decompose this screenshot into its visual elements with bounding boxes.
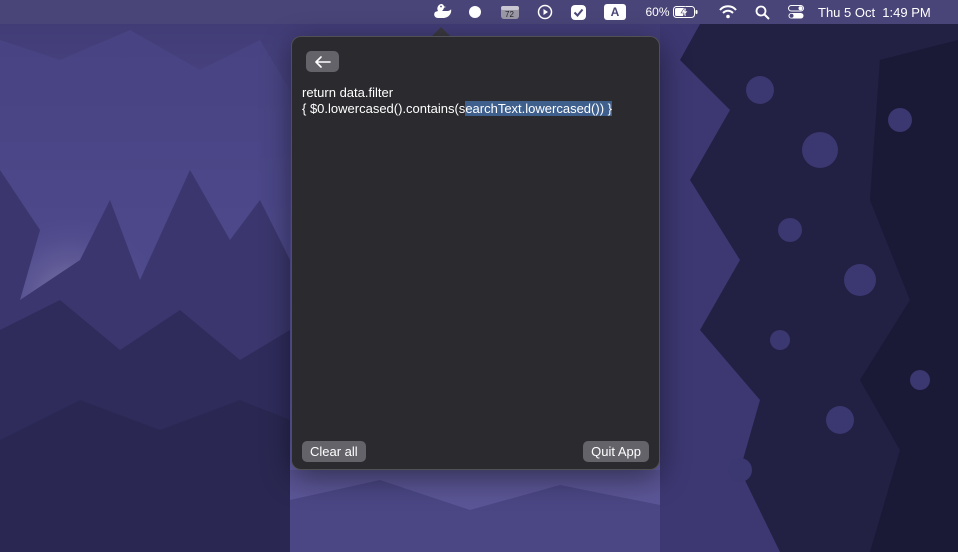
quit-app-button[interactable]: Quit App	[583, 441, 649, 462]
back-arrow-icon	[314, 55, 331, 68]
battery-charging-icon	[672, 6, 698, 18]
record-icon[interactable]	[465, 0, 485, 24]
clear-all-button[interactable]: Clear all	[302, 441, 366, 462]
badge-app-icon[interactable]: 72	[498, 0, 522, 24]
search-icon[interactable]	[752, 0, 772, 24]
content-line-2-plain: { $0.lowercased().contains(s	[302, 101, 466, 116]
clipboard-content[interactable]: return data.filter { $0.lowercased().con…	[302, 85, 652, 117]
selected-text: earchText.lowercased()) }	[465, 101, 612, 116]
keyboard-input-label: A	[604, 4, 626, 20]
clock[interactable]: Thu 5 Oct 1:49 PM	[818, 0, 944, 24]
wifi-icon[interactable]	[716, 0, 740, 24]
checkmark-icon[interactable]	[567, 0, 589, 24]
clipboard-popover: return data.filter { $0.lowercased().con…	[291, 36, 660, 470]
battery-status[interactable]: 60%	[644, 0, 700, 24]
menu-bar: 72 A 60% Thu 5 Oct 1:49 PM	[0, 0, 958, 24]
keyboard-input-icon[interactable]: A	[603, 0, 627, 24]
clock-text: Thu 5 Oct 1:49 PM	[818, 4, 931, 20]
back-button[interactable]	[306, 51, 339, 72]
badge-count: 72	[505, 10, 514, 19]
play-icon[interactable]	[534, 0, 556, 24]
content-line-1: return data.filter	[302, 85, 394, 100]
content-line-2: { $0.lowercased().contains(searchText.lo…	[302, 101, 652, 117]
battery-percent: 60%	[645, 5, 670, 19]
duck-icon[interactable]	[430, 0, 454, 24]
control-center-icon[interactable]	[786, 0, 806, 24]
